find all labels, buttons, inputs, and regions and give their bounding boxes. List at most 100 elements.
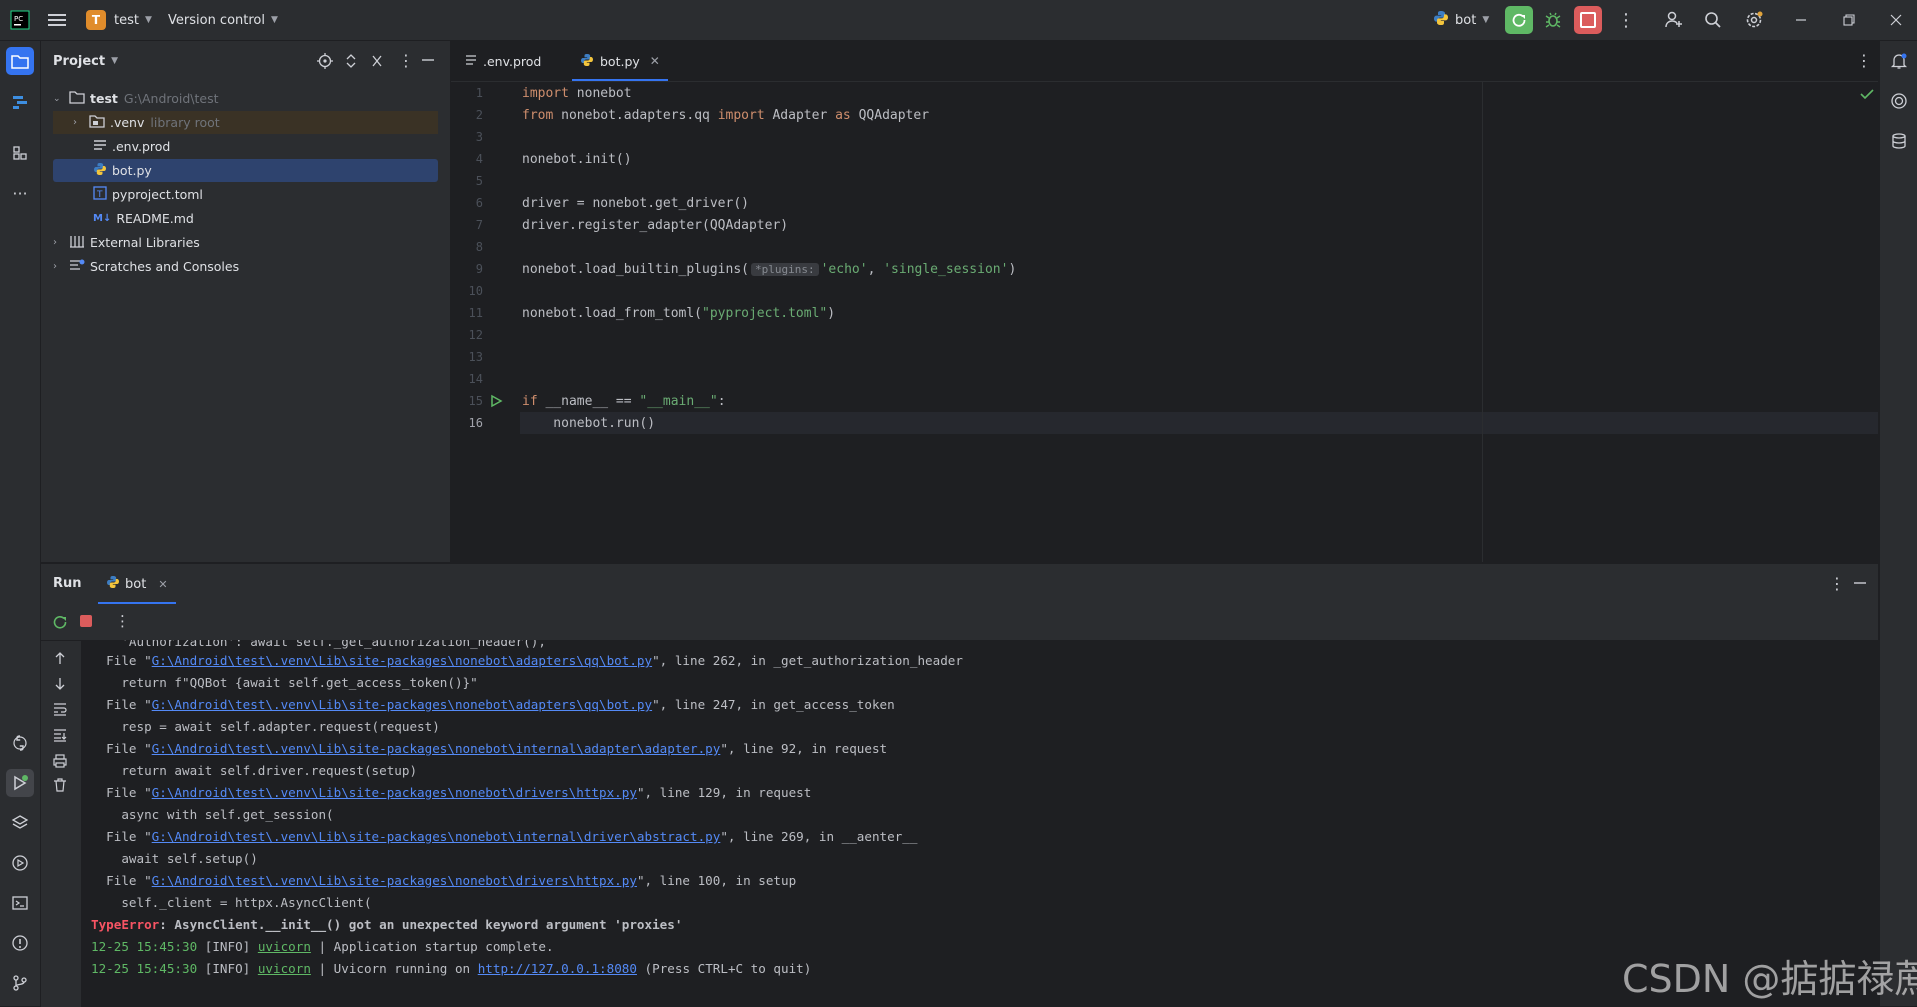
chevron-down-icon[interactable]: ⌄ [53, 94, 67, 104]
version-control-menu[interactable]: Version control ▼ [168, 0, 278, 40]
database-tool-button[interactable] [1885, 127, 1913, 155]
code-line-4: nonebot.init() [522, 152, 632, 167]
project-tool-button[interactable] [6, 47, 34, 75]
console-line: resp = await self.adapter.request(reques… [91, 719, 440, 734]
code-text: nonebot.load_from_toml( [522, 306, 703, 321]
trash-icon[interactable] [53, 778, 67, 796]
problems-tool-button[interactable] [6, 929, 34, 957]
watermark: CSDN @掂掂禄蔗 [1622, 957, 1917, 1001]
editor-tab-bar: .env.prod bot.py ✕ ⋮ [451, 41, 1878, 82]
code-line-16: nonebot.run() [522, 416, 656, 431]
run-side-toolbar [41, 640, 81, 1007]
keyword: if [522, 394, 538, 409]
console-text: ", line 262, in _get_authorization_heade… [652, 653, 963, 668]
file-link[interactable]: G:\Android\test\.venv\Lib\site-packages\… [152, 697, 652, 712]
file-link[interactable]: G:\Android\test\.venv\Lib\site-packages\… [152, 653, 652, 668]
git-tool-button[interactable] [6, 969, 34, 997]
hide-panel-icon[interactable] [421, 52, 435, 72]
notifications-tool-button[interactable] [1885, 47, 1913, 75]
services-run-tool-button[interactable] [6, 849, 34, 877]
tree-item-bot-py[interactable]: bot.py [53, 159, 438, 182]
code-text: ) [827, 306, 836, 321]
code-editor[interactable]: import nonebot from nonebot.adapters.qq … [520, 82, 1878, 562]
rerun-button[interactable] [1505, 0, 1533, 40]
tab-env-prod[interactable]: .env.prod [465, 41, 541, 81]
more-actions-icon[interactable]: ⋮ [115, 612, 130, 630]
file-link[interactable]: G:\Android\test\.venv\Lib\site-packages\… [152, 785, 637, 800]
run-gutter-icon[interactable] [489, 394, 503, 412]
tree-item-external-libraries[interactable]: › External Libraries [53, 231, 438, 254]
tree-item-venv[interactable]: › .venv library root [53, 111, 438, 134]
line-number: 7 [475, 218, 483, 232]
editor-options-icon[interactable]: ⋮ [1856, 51, 1872, 70]
tree-item-scratches[interactable]: › Scratches and Consoles [53, 255, 438, 278]
up-arrow-icon[interactable] [53, 650, 67, 670]
chevron-right-icon[interactable]: › [53, 237, 67, 248]
more-tools-icon[interactable]: ··· [6, 179, 34, 207]
restore-icon[interactable] [1843, 0, 1855, 40]
settings-gear-icon[interactable] [1744, 0, 1764, 40]
console-output[interactable]: 'Authorization': await self._get_authori… [81, 640, 1878, 1007]
panel-options-icon[interactable]: ⋮ [398, 51, 414, 70]
chevron-right-icon[interactable]: › [53, 261, 67, 272]
code-line-1: import nonebot [522, 86, 632, 101]
rerun-icon[interactable] [52, 614, 68, 634]
stop-button[interactable] [1574, 0, 1602, 40]
code-with-me-icon[interactable] [1664, 0, 1684, 40]
stop-icon[interactable] [80, 615, 92, 627]
tree-item-test[interactable]: ⌄ test G:\Android\test [53, 87, 438, 110]
terminal-tool-button[interactable] [6, 889, 34, 917]
tree-item-env-prod[interactable]: .env.prod [53, 135, 438, 158]
code-line-7: driver.register_adapter(QQAdapter) [522, 218, 789, 233]
layers-icon [11, 815, 29, 829]
code-line-15: if __name__ == "__main__": [522, 394, 726, 409]
collapse-all-icon[interactable] [370, 53, 384, 73]
run-toolbar: ⋮ [41, 604, 1878, 641]
run-tab-bot[interactable]: bot ✕ [98, 564, 176, 604]
python-console-icon [13, 735, 27, 751]
search-icon[interactable] [1704, 0, 1722, 40]
scroll-to-end-icon[interactable] [53, 728, 67, 746]
down-arrow-icon[interactable] [53, 676, 67, 696]
toml-file-icon: T [93, 186, 107, 203]
python-console-tool-button[interactable] [6, 729, 34, 757]
console-log-line: 12-25 15:45:30 [INFO] uvicorn | Applicat… [91, 939, 554, 954]
file-link[interactable]: G:\Android\test\.venv\Lib\site-packages\… [152, 741, 721, 756]
tree-item-pyproject-toml[interactable]: T pyproject.toml [53, 183, 438, 206]
structure-tool-button[interactable] [6, 139, 34, 167]
pull-requests-tool-button[interactable] [6, 87, 34, 115]
folder-icon [11, 55, 29, 69]
file-link[interactable]: G:\Android\test\.venv\Lib\site-packages\… [152, 829, 721, 844]
project-badge: T [86, 10, 106, 30]
ai-assistant-tool-button[interactable] [1885, 87, 1913, 115]
run-config-selector[interactable]: bot ▼ [1433, 0, 1489, 40]
soft-wrap-icon[interactable] [53, 702, 67, 720]
code-text: : [717, 394, 726, 409]
chevron-right-icon[interactable]: › [73, 117, 87, 128]
line-number: 15 [468, 394, 483, 408]
locate-file-icon[interactable] [317, 53, 333, 73]
minimize-icon[interactable] [1795, 0, 1807, 40]
run-tool-button[interactable] [6, 769, 34, 797]
vcs-label: Version control [168, 12, 265, 28]
chevron-down-icon[interactable]: ▼ [111, 56, 118, 66]
run-panel-options-icon[interactable]: ⋮ [1829, 574, 1845, 593]
code-line-9: nonebot.load_builtin_plugins(*plugins:'e… [522, 262, 1016, 277]
parameter-hint: *plugins: [750, 263, 819, 276]
tree-item-readme[interactable]: M↓ README.md [53, 207, 438, 230]
expand-all-icon[interactable] [344, 53, 358, 73]
file-link[interactable]: G:\Android\test\.venv\Lib\site-packages\… [152, 873, 637, 888]
close-tab-icon[interactable]: ✕ [158, 578, 167, 591]
project-switcher[interactable]: T test ▼ [86, 0, 152, 40]
tab-bot-py[interactable]: bot.py ✕ [572, 41, 668, 81]
main-menu-button[interactable] [48, 0, 66, 40]
server-url-link[interactable]: http://127.0.0.1:8080 [478, 961, 637, 976]
close-icon[interactable] [1890, 0, 1902, 40]
print-icon[interactable] [53, 754, 67, 772]
more-actions-icon[interactable]: ⋮ [1617, 0, 1635, 40]
project-panel-title[interactable]: Project [53, 54, 105, 69]
hide-panel-icon[interactable] [1853, 576, 1867, 594]
debug-button[interactable] [1544, 0, 1562, 40]
services-tool-button[interactable] [6, 809, 34, 837]
close-tab-icon[interactable]: ✕ [650, 54, 660, 68]
